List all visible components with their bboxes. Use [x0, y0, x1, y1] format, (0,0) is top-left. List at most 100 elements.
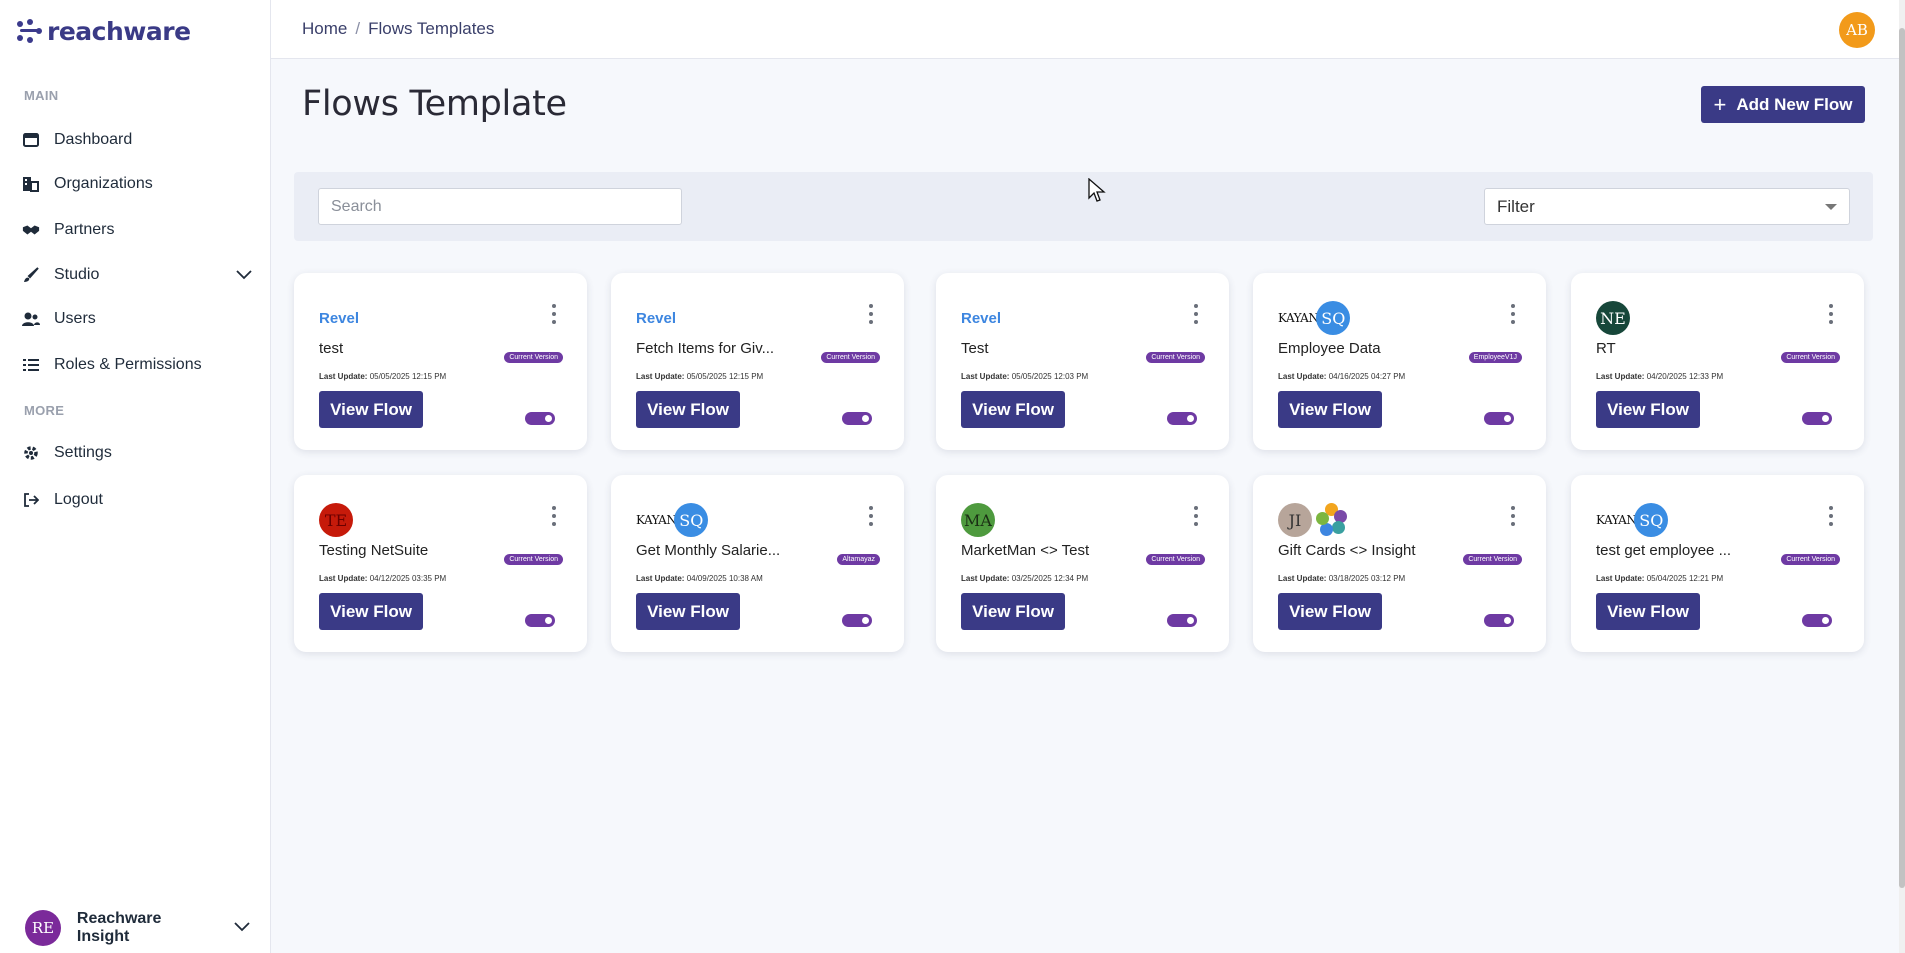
last-update: Last Update: 04/12/2025 03:35 PM [319, 574, 446, 583]
enable-toggle[interactable] [1484, 412, 1514, 425]
flow-card-brand: JI [1278, 503, 1348, 537]
flow-card-brand: NE [1596, 301, 1630, 335]
enable-toggle[interactable] [525, 412, 555, 425]
more-options-icon[interactable] [1823, 304, 1839, 324]
more-options-icon[interactable] [546, 506, 562, 526]
chevron-down-icon[interactable] [236, 267, 252, 285]
enable-toggle[interactable] [1167, 412, 1197, 425]
breadcrumb-home[interactable]: Home [302, 19, 347, 39]
flow-card[interactable]: KAYAN SQ Get Monthly Salarie... Altamayaz La… [611, 475, 904, 652]
sidebar-item-users[interactable]: Users [22, 303, 252, 335]
last-update-value: 04/09/2025 10:38 AM [686, 574, 763, 583]
version-badge: Current Version [1146, 352, 1205, 363]
last-update-value: 04/12/2025 03:35 PM [369, 574, 447, 583]
flow-card[interactable]: Revel Fetch Items for Giv... Current Versi… [611, 273, 904, 450]
version-badge: EmployeeV1J [1468, 352, 1522, 363]
reachware-logo[interactable]: reachware [17, 16, 191, 46]
filter-select[interactable]: Filter [1484, 188, 1850, 225]
flow-card[interactable]: NE RT Current Version Last Update: 04/20/20… [1571, 273, 1864, 450]
add-new-flow-button[interactable]: + Add New Flow [1701, 86, 1865, 123]
flow-card-brand: Revel [319, 301, 359, 335]
more-options-icon[interactable] [1188, 506, 1204, 526]
sidebar-item-organizations[interactable]: Organizations [22, 168, 252, 200]
sidebar-item-studio[interactable]: Studio [22, 259, 252, 291]
last-update-value: 05/05/2025 12:15 PM [369, 372, 447, 381]
integration-avatar: MA [961, 503, 995, 537]
last-update-value: 03/18/2025 03:12 PM [1328, 574, 1406, 583]
last-update-label: Last Update: [636, 574, 685, 583]
logout-icon [22, 491, 40, 509]
view-flow-button[interactable]: View Flow [961, 391, 1065, 428]
flow-card-title: Fetch Items for Giv... [636, 340, 775, 357]
scrollbar-thumb[interactable] [1899, 28, 1905, 888]
enable-toggle[interactable] [842, 614, 872, 627]
enable-toggle[interactable] [1167, 614, 1197, 627]
search-input[interactable] [318, 188, 682, 225]
last-update: Last Update: 05/05/2025 12:15 PM [319, 372, 446, 381]
chevron-down-icon[interactable] [234, 919, 250, 937]
sidebar-item-roles-permissions[interactable]: Roles & Permissions [22, 349, 252, 381]
last-update-label: Last Update: [1596, 574, 1645, 583]
brush-icon [22, 266, 40, 284]
flow-card-title: Gift Cards <> Insight [1278, 542, 1416, 559]
sidebar-item-settings[interactable]: Settings [22, 437, 252, 469]
view-flow-button[interactable]: View Flow [636, 391, 740, 428]
last-update: Last Update: 03/18/2025 03:12 PM [1278, 574, 1405, 583]
enable-toggle[interactable] [1802, 614, 1832, 627]
view-flow-button[interactable]: View Flow [319, 391, 423, 428]
enable-toggle[interactable] [525, 614, 555, 627]
flow-card[interactable]: Revel Test Current Version Last Update: 05/… [936, 273, 1229, 450]
last-update-label: Last Update: [636, 372, 685, 381]
user-menu[interactable]: RE Reachware Insight [25, 910, 250, 946]
organizations-icon [22, 175, 40, 193]
flow-card-title: test get employee ... [1596, 542, 1732, 559]
version-badge: Current Version [504, 352, 563, 363]
view-flow-button[interactable]: View Flow [1278, 593, 1382, 630]
more-options-icon[interactable] [1505, 304, 1521, 324]
scrollbar[interactable] [1899, 0, 1905, 953]
flow-card-title: Get Monthly Salarie... [636, 542, 781, 559]
more-options-icon[interactable] [546, 304, 562, 324]
view-flow-button[interactable]: View Flow [961, 593, 1065, 630]
more-options-icon[interactable] [1188, 304, 1204, 324]
avatar[interactable]: AB [1839, 12, 1875, 48]
flow-card-title: test [319, 340, 344, 357]
last-update-value: 05/05/2025 12:03 PM [1011, 372, 1089, 381]
more-options-icon[interactable] [863, 304, 879, 324]
filter-label: Filter [1497, 196, 1535, 216]
last-update: Last Update: 04/16/2025 04:27 PM [1278, 372, 1405, 381]
flow-card[interactable]: MA MarketMan <> Test Current Version Last U… [936, 475, 1229, 652]
view-flow-button[interactable]: View Flow [1596, 391, 1700, 428]
last-update: Last Update: 04/09/2025 10:38 AM [636, 574, 763, 583]
last-update-value: 03/25/2025 12:34 PM [1011, 574, 1089, 583]
flow-card-brand: KAYAN SQ [1596, 503, 1669, 537]
last-update-label: Last Update: [961, 372, 1010, 381]
sidebar-item-dashboard[interactable]: Dashboard [22, 124, 252, 156]
breadcrumb: Home / Flows Templates [302, 19, 494, 39]
flow-card[interactable]: TE Testing NetSuite Current Version Last Up… [294, 475, 587, 652]
last-update: Last Update: 05/05/2025 12:03 PM [961, 372, 1088, 381]
section-label-main: MAIN [24, 88, 59, 103]
sidebar-item-logout[interactable]: Logout [22, 484, 252, 516]
enable-toggle[interactable] [1802, 412, 1832, 425]
enable-toggle[interactable] [1484, 614, 1514, 627]
flow-card-brand: KAYAN SQ [636, 503, 709, 537]
more-options-icon[interactable] [1505, 506, 1521, 526]
more-options-icon[interactable] [1823, 506, 1839, 526]
flow-card[interactable]: KAYAN SQ Employee Data EmployeeV1J Last Upda… [1253, 273, 1546, 450]
view-flow-button[interactable]: View Flow [1278, 391, 1382, 428]
view-flow-button[interactable]: View Flow [319, 593, 423, 630]
more-options-icon[interactable] [863, 506, 879, 526]
view-flow-button[interactable]: View Flow [1596, 593, 1700, 630]
version-badge: Current Version [1463, 554, 1522, 565]
sidebar-item-label: Organizations [54, 175, 153, 192]
flow-card[interactable]: KAYAN SQ test get employee ... Current Vers… [1571, 475, 1864, 652]
view-flow-button[interactable]: View Flow [636, 593, 740, 630]
flow-card[interactable]: Revel test Current Version Last Update: 05/… [294, 273, 587, 450]
flow-card[interactable]: JI Gift Cards <> Insight Current Version La… [1253, 475, 1546, 652]
last-update: Last Update: 05/05/2025 12:15 PM [636, 372, 763, 381]
enable-toggle[interactable] [842, 412, 872, 425]
sidebar-item-partners[interactable]: Partners [22, 214, 252, 246]
flow-card-title: RT [1596, 340, 1616, 357]
logo-icon [17, 19, 43, 43]
